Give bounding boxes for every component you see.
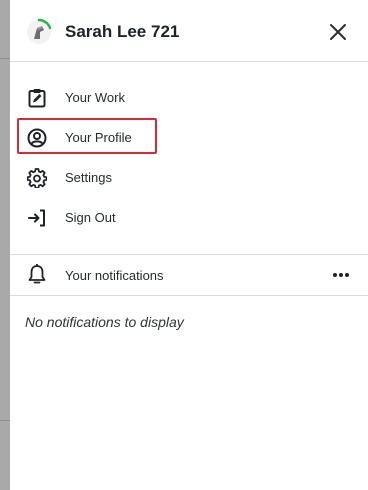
menu-item-settings[interactable]: Settings — [10, 158, 368, 198]
user-avatar-icon[interactable] — [25, 18, 53, 46]
notifications-header: Your notifications — [10, 254, 368, 296]
menu-item-your-profile[interactable]: Your Profile — [10, 118, 368, 158]
more-horizontal-icon[interactable] — [330, 265, 352, 285]
sign-out-icon — [26, 207, 48, 229]
divider — [0, 58, 10, 59]
user-name: Sarah Lee 721 — [65, 22, 180, 41]
clipboard-edit-icon — [26, 87, 48, 109]
menu-item-label: Your Profile — [65, 130, 132, 145]
menu-list: Your Work Your Profile Settings Sign Out — [10, 62, 368, 254]
background-overlay — [0, 0, 10, 490]
menu-item-label: Your Work — [65, 90, 125, 105]
menu-item-label: Sign Out — [65, 210, 116, 225]
bell-icon — [27, 263, 49, 286]
notifications-title: Your notifications — [65, 268, 164, 283]
menu-item-label: Settings — [65, 170, 112, 185]
close-icon[interactable] — [326, 20, 350, 44]
divider — [0, 420, 10, 421]
menu-item-your-work[interactable]: Your Work — [10, 78, 368, 118]
user-menu-panel: Sarah Lee 721 Your Work Your Profile Set… — [10, 0, 368, 490]
empty-notifications-message: No notifications to display — [25, 314, 184, 330]
panel-header: Sarah Lee 721 — [10, 0, 368, 62]
menu-item-sign-out[interactable]: Sign Out — [10, 198, 368, 238]
user-circle-icon — [26, 127, 48, 149]
gear-icon — [26, 167, 48, 189]
